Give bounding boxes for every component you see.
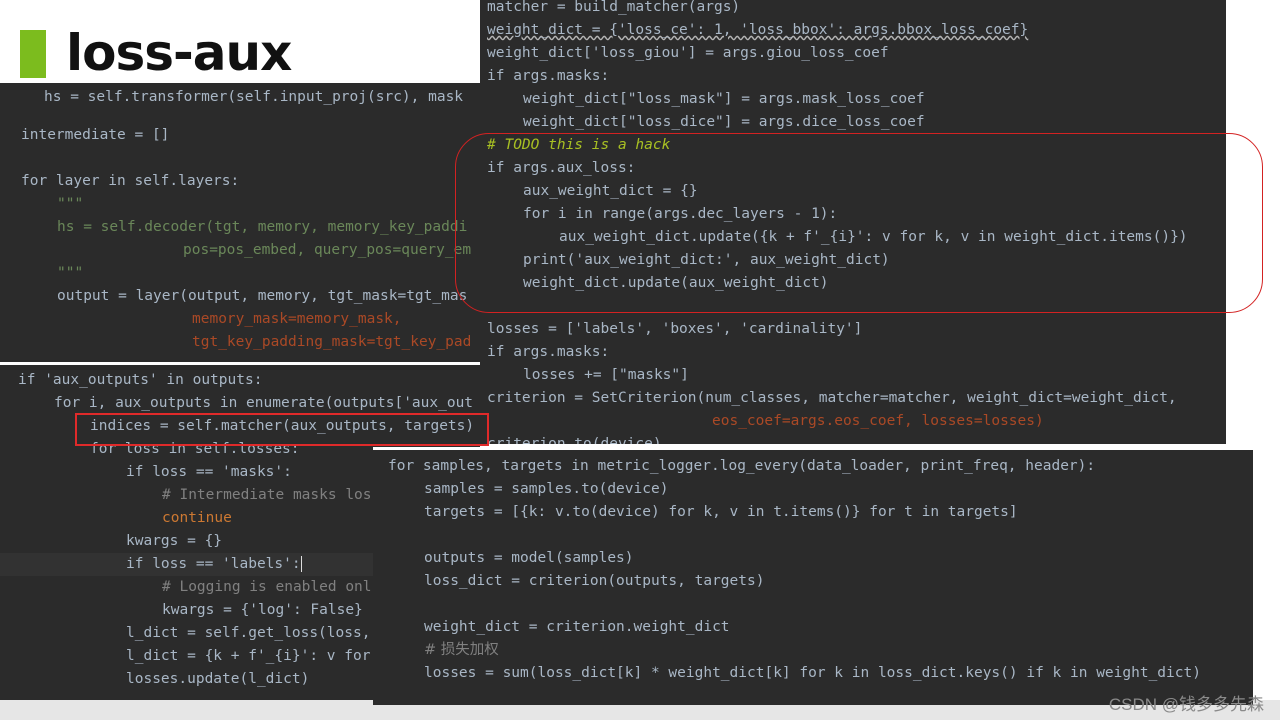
code-line: matcher = build_matcher(args) — [487, 0, 741, 15]
code-line: for loss in self.losses: — [90, 441, 300, 457]
code-line: if args.masks: — [487, 68, 610, 84]
code-line: """ — [57, 265, 84, 281]
code-line-aux-loss: if args.aux_loss: — [487, 160, 636, 176]
code-line: output = layer(output, memory, tgt_mask=… — [57, 288, 468, 304]
code-line: l_dict = self.get_loss(loss, — [126, 625, 371, 641]
code-line: losses += ["masks"] — [523, 367, 689, 383]
code-line: kwargs = {'log': False} — [162, 602, 363, 618]
code-line: for samples, targets in metric_logger.lo… — [388, 458, 1096, 474]
code-line: weight_dict['loss_giou'] = args.giou_los… — [487, 45, 889, 61]
code-line: if 'aux_outputs' in outputs: — [18, 372, 263, 388]
code-line: samples = samples.to(device) — [424, 481, 669, 497]
code-line: l_dict = {k + f'_{i}': v for — [126, 648, 371, 664]
code-line: for layer in self.layers: — [21, 173, 240, 189]
code-panel-weight-dict: matcher = build_matcher(args) weight_dic… — [480, 0, 1226, 444]
code-line: aux_weight_dict.update({k + f'_{i}': v f… — [559, 229, 1188, 245]
code-line: if loss == 'labels':​ — [126, 556, 302, 572]
code-line-indices: indices = self.matcher(aux_outputs, targ… — [90, 418, 475, 434]
watermark: CSDN @钱多多先森 — [1108, 695, 1264, 714]
code-comment: # Intermediate masks los — [162, 487, 372, 503]
text-caret: ​ — [300, 556, 302, 572]
code-panel-decoder: hs = self.transformer(self.input_proj(sr… — [0, 83, 480, 362]
code-line: aux_weight_dict = {} — [523, 183, 698, 199]
code-line: kwargs = {} — [126, 533, 223, 549]
code-line: print('aux_weight_dict:', aux_weight_dic… — [523, 252, 890, 268]
code-line: pos=pos_embed, query_pos=query_em — [183, 242, 472, 258]
code-line: tgt_key_padding_mask=tgt_key_pad — [192, 334, 472, 350]
code-line: if loss == 'masks': — [126, 464, 292, 480]
code-line: intermediate = [] — [21, 127, 170, 143]
slide-accent-bar — [20, 30, 46, 78]
code-line: loss_dict = criterion(outputs, targets) — [424, 573, 765, 589]
code-line: for i, aux_outputs in enumerate(outputs[… — [54, 395, 474, 411]
code-line: weight_dict.update(aux_weight_dict) — [523, 275, 829, 291]
code-line: if args.masks: — [487, 344, 610, 360]
code-comment: # 损失加权 — [424, 642, 499, 658]
code-line: for i in range(args.dec_layers - 1): — [523, 206, 838, 222]
slide-title: loss-aux — [66, 24, 292, 82]
code-line: memory_mask=memory_mask, — [192, 311, 402, 327]
code-line: eos_coef=args.eos_coef, losses=losses) — [712, 413, 1044, 429]
code-line: weight_dict["loss_dice"] = args.dice_los… — [523, 114, 925, 130]
code-line: weight_dict = {'loss_ce': 1, 'loss_bbox'… — [487, 22, 1029, 38]
code-line: criterion.to(device) — [487, 436, 662, 444]
code-line: weight_dict = criterion.weight_dict — [424, 619, 730, 635]
code-line: losses.update(l_dict) — [126, 671, 310, 687]
todo-comment: # TODO this is a hack — [487, 137, 671, 153]
code-line: hs = self.decoder(tgt, memory, memory_ke… — [57, 219, 468, 235]
code-line: weight_dict["loss_mask"] = args.mask_los… — [523, 91, 925, 107]
code-line: losses = sum(loss_dict[k] * weight_dict[… — [424, 665, 1201, 681]
code-line: outputs = model(samples) — [424, 550, 634, 566]
code-line: hs = self.transformer(self.input_proj(sr… — [44, 89, 464, 105]
code-line: targets = [{k: v.to(device) for k, v in … — [424, 504, 1018, 520]
code-comment: # Logging is enabled onl — [162, 579, 372, 595]
code-line: """ — [57, 196, 84, 212]
code-panel-train-loop: for samples, targets in metric_logger.lo… — [373, 447, 1253, 705]
code-line: continue — [162, 510, 232, 526]
code-line: criterion = SetCriterion(num_classes, ma… — [487, 390, 1177, 406]
code-line: losses = ['labels', 'boxes', 'cardinalit… — [487, 321, 863, 337]
